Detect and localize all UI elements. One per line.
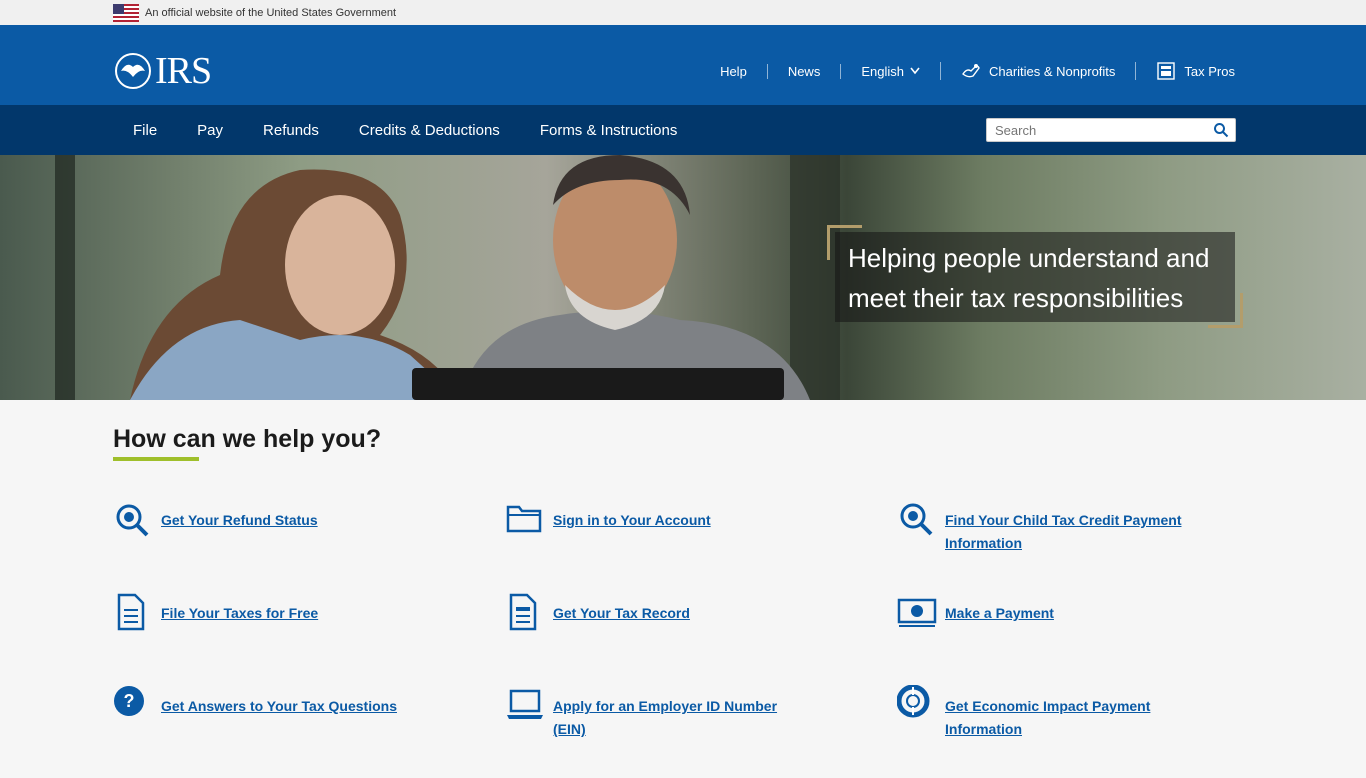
help-link-item: Make a Payment <box>897 592 1289 685</box>
tab-pay[interactable]: Pay <box>177 122 243 139</box>
sign-in-account-link[interactable]: Sign in to Your Account <box>553 509 711 532</box>
help-link-item: Find Your Child Tax Credit Payment Infor… <box>897 499 1289 592</box>
life-ring-icon <box>897 685 930 718</box>
eagle-seal-icon <box>115 53 151 89</box>
help-title: How can we help you? <box>113 425 382 453</box>
tax-pros-icon <box>1157 62 1176 80</box>
gov-banner: An official website of the United States… <box>0 0 1366 25</box>
help-link-item: File Your Taxes for Free <box>113 592 505 685</box>
search-input[interactable] <box>987 119 1207 141</box>
tax-record-icon <box>509 593 537 631</box>
title-underline <box>113 457 199 461</box>
language-label: English <box>861 63 904 79</box>
tab-credits-deductions[interactable]: Credits & Deductions <box>339 122 520 139</box>
search-icon <box>900 503 933 536</box>
help-link-item: Get Your Tax Record <box>505 592 897 685</box>
logo-text: IRS <box>155 50 212 92</box>
ein-link[interactable]: Apply for an Employer ID Number (EIN) <box>553 695 813 741</box>
chevron-down-icon <box>910 67 920 75</box>
economic-impact-payment-link[interactable]: Get Economic Impact Payment Information <box>945 695 1205 741</box>
make-payment-link[interactable]: Make a Payment <box>945 602 1054 625</box>
us-flag-icon <box>113 3 139 22</box>
help-section: How can we help you? Get Your Refund Sta… <box>0 400 1366 778</box>
search-button[interactable] <box>1207 119 1235 141</box>
gov-banner-text: An official website of the United States… <box>145 6 397 19</box>
help-link[interactable]: Help <box>700 64 767 79</box>
hero-banner: Helping people understand and meet their… <box>0 155 1366 400</box>
help-link-item: Sign in to Your Account <box>505 499 897 592</box>
tab-file[interactable]: File <box>113 122 177 139</box>
laptop-icon <box>507 689 543 719</box>
question-icon: ? <box>114 686 144 716</box>
irs-logo[interactable]: IRS <box>113 49 212 93</box>
charities-link[interactable]: Charities & Nonprofits <box>939 62 1135 80</box>
charities-label: Charities & Nonprofits <box>988 63 1116 79</box>
help-links-grid: Get Your Refund Status Sign in to Your A… <box>113 499 1253 778</box>
document-icon <box>117 593 145 631</box>
help-link-item: Apply for an Employer ID Number (EIN) <box>505 685 897 778</box>
tax-record-link[interactable]: Get Your Tax Record <box>553 602 690 625</box>
tax-questions-link[interactable]: Get Answers to Your Tax Questions <box>161 695 397 718</box>
charities-icon <box>962 64 980 78</box>
news-label: News <box>787 63 821 79</box>
search-box <box>986 118 1236 142</box>
hero-tagline: Helping people understand and meet their… <box>848 238 1238 318</box>
language-selector[interactable]: English <box>840 63 940 79</box>
refund-status-link[interactable]: Get Your Refund Status <box>161 509 318 532</box>
child-tax-credit-link[interactable]: Find Your Child Tax Credit Payment Infor… <box>945 509 1205 555</box>
tab-refunds[interactable]: Refunds <box>243 122 339 139</box>
svg-text:?: ? <box>124 691 135 711</box>
search-icon <box>1214 123 1229 138</box>
file-taxes-free-link[interactable]: File Your Taxes for Free <box>161 602 318 625</box>
news-link[interactable]: News <box>766 63 841 79</box>
help-link-item: ? Get Answers to Your Tax Questions <box>113 685 505 778</box>
payment-icon <box>897 598 937 627</box>
tagline-corner-bottom <box>1208 293 1243 328</box>
tax-pros-label: Tax Pros <box>1184 63 1235 79</box>
tagline-line-1: Helping people understand and <box>848 243 1210 273</box>
help-label: Help <box>720 63 747 79</box>
help-link-item: Get Your Refund Status <box>113 499 505 592</box>
tagline-line-2: meet their tax responsibilities <box>848 283 1184 313</box>
tax-pros-link[interactable]: Tax Pros <box>1135 62 1235 80</box>
main-nav: File Pay Refunds Credits & Deductions Fo… <box>0 105 1366 155</box>
utility-nav: Help News English Charities & Nonprofits… <box>700 62 1235 80</box>
help-link-item: Get Economic Impact Payment Information <box>897 685 1289 778</box>
refund-search-icon <box>116 504 149 537</box>
tab-forms-instructions[interactable]: Forms & Instructions <box>520 122 698 139</box>
site-header: IRS Help News English Charities & Nonpro… <box>0 25 1366 105</box>
folder-icon <box>506 505 542 533</box>
